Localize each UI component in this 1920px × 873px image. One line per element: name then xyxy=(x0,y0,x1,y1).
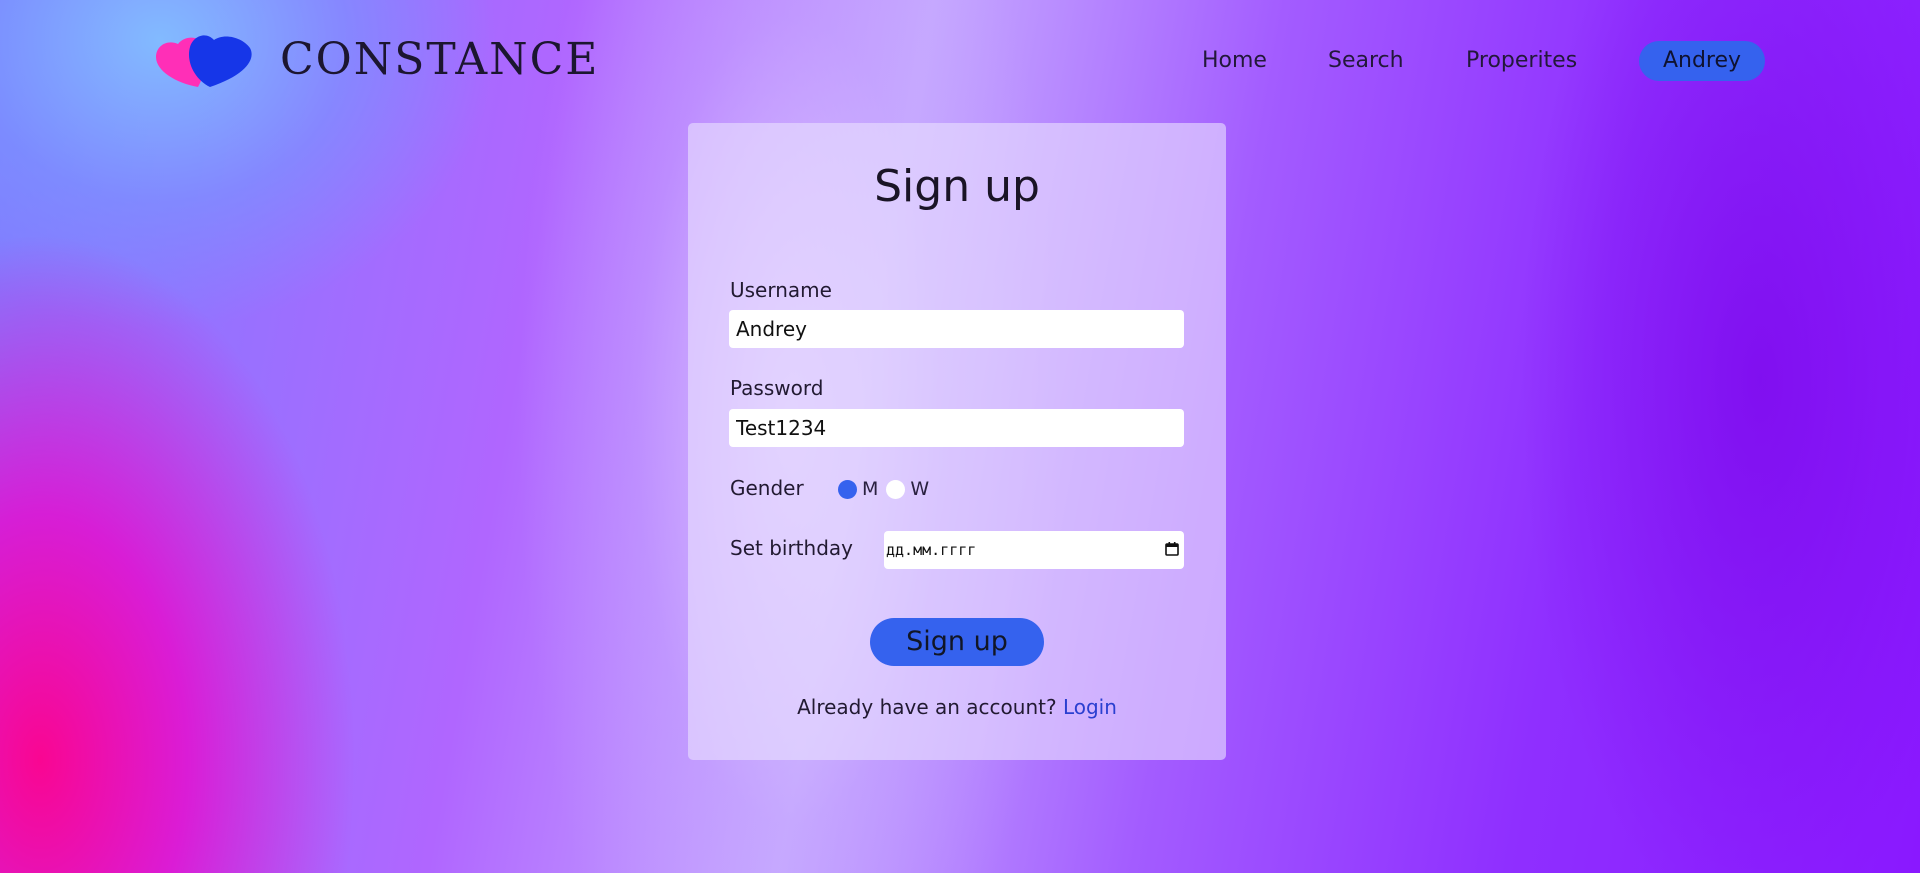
gender-label: Gender xyxy=(730,476,804,500)
signup-card: Sign up Username Password Gender M W Set… xyxy=(688,123,1226,760)
nav-search-link[interactable]: Search xyxy=(1328,40,1404,82)
nav-properites-link[interactable]: Properites xyxy=(1466,40,1577,82)
gender-w-radio[interactable] xyxy=(886,479,906,499)
birthday-date-input[interactable]: дд.мм.гггг xyxy=(884,531,1184,569)
username-input[interactable] xyxy=(729,310,1184,348)
password-label: Password xyxy=(730,376,824,400)
nav-home-link[interactable]: Home xyxy=(1202,40,1267,82)
login-link[interactable]: Login xyxy=(1063,695,1117,719)
password-input[interactable] xyxy=(729,409,1184,447)
gender-m-label: M xyxy=(862,478,879,500)
birthday-placeholder: дд.мм.гггг xyxy=(886,541,977,559)
birthday-label: Set birthday xyxy=(730,536,853,560)
logo[interactable]: CONSTANCE xyxy=(154,31,599,89)
username-label: Username xyxy=(730,278,832,302)
gender-w-label: W xyxy=(910,478,930,500)
calendar-icon[interactable] xyxy=(1164,541,1180,557)
brand-name: CONSTANCE xyxy=(280,34,600,85)
user-profile-button[interactable]: Andrey xyxy=(1639,41,1765,81)
signup-submit-button[interactable]: Sign up xyxy=(870,618,1044,666)
main-nav: Home Search Properites Andrey xyxy=(1180,40,1770,82)
page-title: Sign up xyxy=(874,161,1040,212)
two-hearts-icon xyxy=(156,35,252,87)
login-prompt: Already have an account? Login xyxy=(688,695,1226,719)
site-header: CONSTANCE Home Search Properites Andrey xyxy=(0,0,1920,120)
gender-radio-group: M W xyxy=(838,477,937,501)
login-prompt-text: Already have an account? xyxy=(797,695,1057,719)
gender-m-radio[interactable] xyxy=(838,479,857,499)
